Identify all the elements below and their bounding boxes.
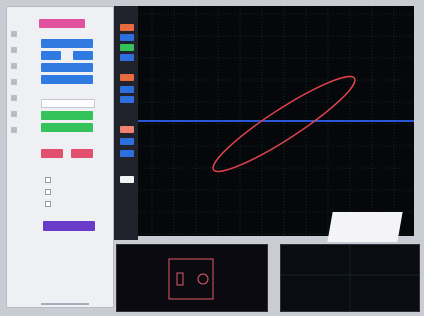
green-button-1[interactable] [41,111,93,120]
bottom-slider[interactable] [41,303,89,305]
section-header [41,99,95,108]
blue-row-2b[interactable] [73,51,93,60]
tool-icon-4[interactable] [11,79,17,85]
secondary-scope-svg [281,245,419,311]
paper-overlay [327,212,403,242]
strip-button-blue-3[interactable] [120,86,134,93]
strip-button-white[interactable] [120,176,134,183]
blue-row-3[interactable] [41,63,93,72]
checkbox-1[interactable] [45,177,53,183]
checkbox-3[interactable] [45,201,53,207]
checkbox-1-box[interactable] [45,177,51,183]
strip-button-salmon[interactable] [120,126,134,133]
red-button-2[interactable] [71,149,93,158]
strip-button-orange[interactable] [120,24,134,31]
channel-strip [114,6,138,240]
strip-button-blue-2[interactable] [120,54,134,61]
tool-icon-3[interactable] [11,63,17,69]
circuit-diagram [168,258,214,300]
tool-icon-6[interactable] [11,111,17,117]
screen-frame [0,0,424,316]
strip-button-orange-2[interactable] [120,74,134,81]
strip-button-blue-5[interactable] [120,138,134,145]
strip-button-blue-1[interactable] [120,34,134,41]
purple-action-button[interactable] [43,221,95,231]
blue-row-1[interactable] [41,39,93,48]
control-panel [6,6,114,308]
xy-plot [138,6,414,236]
strip-button-blue-6[interactable] [120,150,134,157]
checkbox-2-box[interactable] [45,189,51,195]
checkbox-2[interactable] [45,189,53,195]
tool-icon-7[interactable] [11,127,17,133]
tool-icon-1[interactable] [11,31,17,37]
strip-button-green[interactable] [120,44,134,51]
red-button-1[interactable] [41,149,63,158]
side-toolbar [11,31,19,201]
blue-row-4[interactable] [41,75,93,84]
secondary-scope [280,244,420,312]
tool-icon-5[interactable] [11,95,17,101]
checkbox-3-box[interactable] [45,201,51,207]
tool-icon-2[interactable] [11,47,17,53]
top-pink-button[interactable] [39,19,85,28]
green-button-2[interactable] [41,123,93,132]
strip-button-blue-4[interactable] [120,96,134,103]
blue-row-2a[interactable] [41,51,61,60]
circuit-panel [116,244,268,312]
plot-svg [138,6,414,236]
